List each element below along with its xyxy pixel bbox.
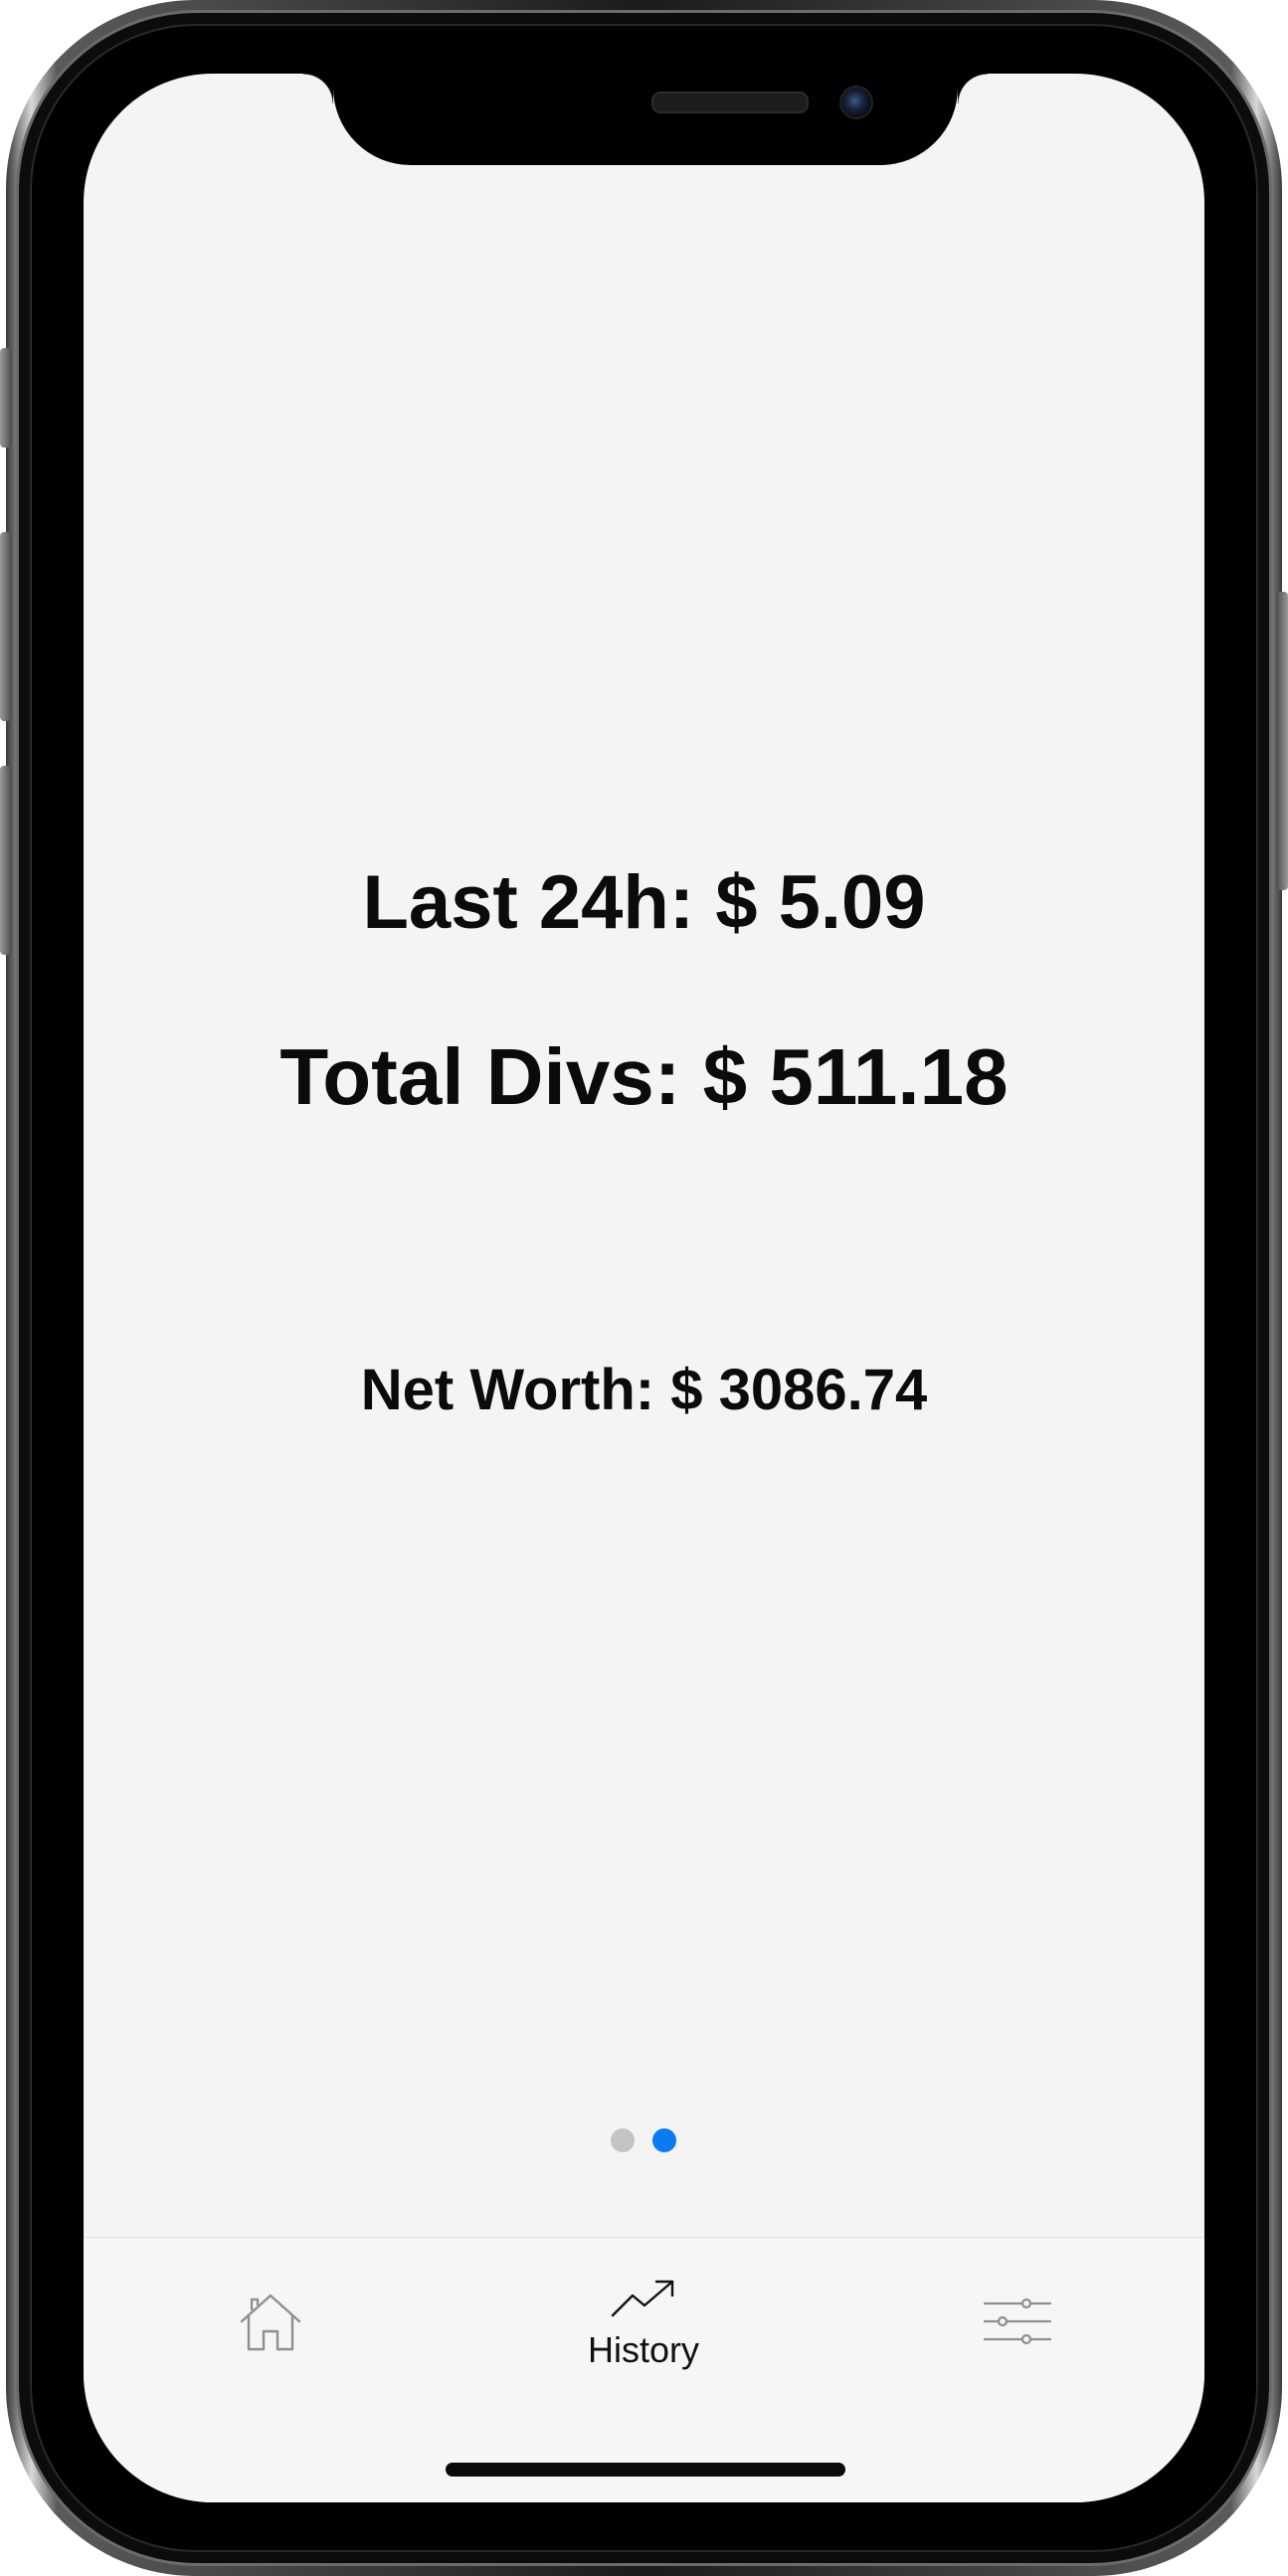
home-indicator[interactable] bbox=[446, 2463, 845, 2477]
sliders-icon bbox=[983, 2298, 1052, 2345]
last-24h-earnings: Last 24h: $ 5.09 bbox=[362, 860, 926, 945]
page-dot-2[interactable] bbox=[652, 2128, 676, 2152]
power-button bbox=[1276, 592, 1288, 890]
page-indicator[interactable] bbox=[611, 2128, 676, 2152]
mute-switch bbox=[0, 348, 12, 448]
front-camera bbox=[839, 86, 873, 119]
total-dividends: Total Divs: $ 511.18 bbox=[279, 1032, 1009, 1121]
tab-settings[interactable] bbox=[918, 2238, 1117, 2397]
notch bbox=[303, 74, 988, 165]
earpiece-speaker bbox=[651, 92, 809, 113]
net-worth: Net Worth: $ 3086.74 bbox=[360, 1358, 928, 1422]
page-dot-1[interactable] bbox=[611, 2128, 635, 2152]
app-screen: Last 24h: $ 5.09 Total Divs: $ 511.18 Ne… bbox=[84, 74, 1204, 2502]
trending-up-icon bbox=[611, 2280, 674, 2317]
tab-home[interactable] bbox=[171, 2238, 370, 2397]
volume-down-button bbox=[0, 766, 12, 955]
tab-history[interactable]: History bbox=[544, 2238, 743, 2397]
tab-history-label: History bbox=[587, 2329, 699, 2370]
volume-up-button bbox=[0, 532, 12, 721]
home-icon bbox=[240, 2294, 301, 2351]
